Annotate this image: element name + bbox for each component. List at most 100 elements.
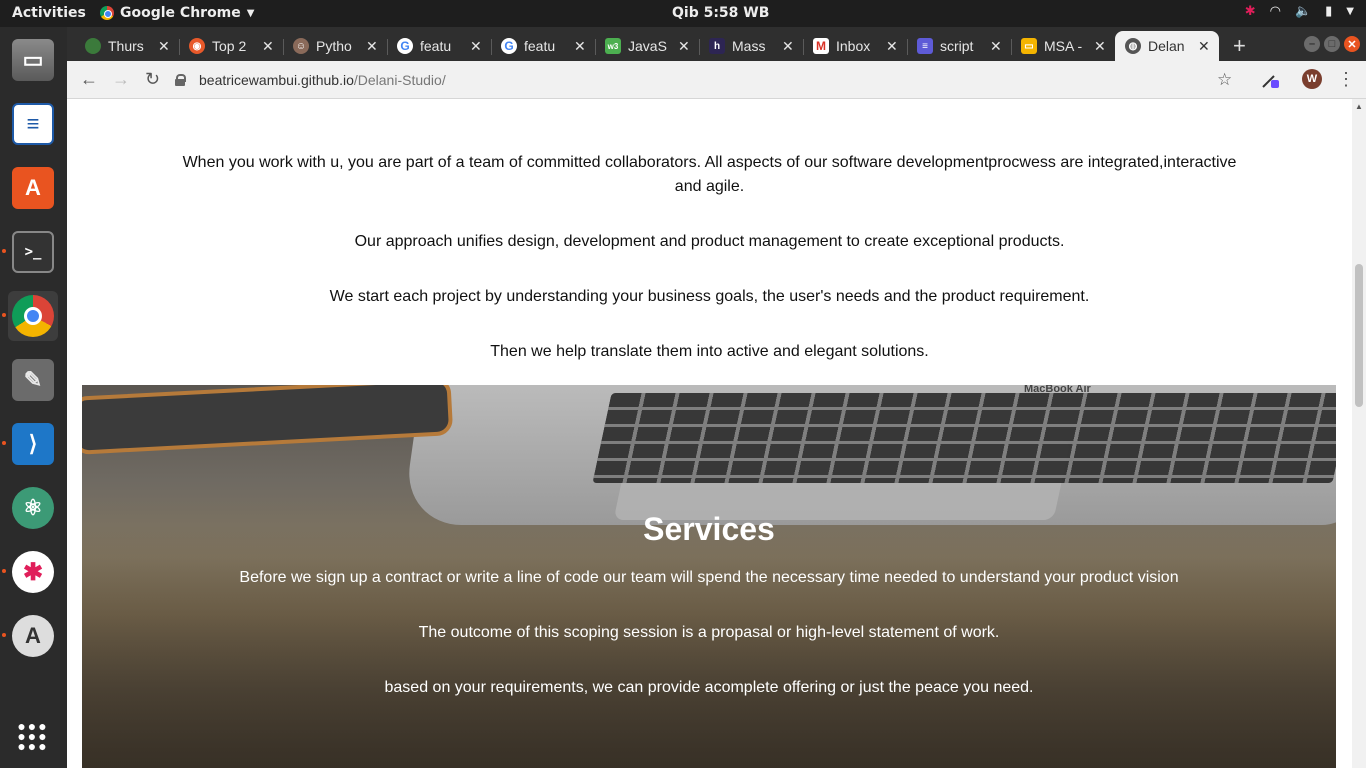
running-indicator [2, 633, 6, 637]
close-tab-icon[interactable]: ✕ [782, 38, 794, 55]
app-grid-icon: ●●● ●●● ●●● [17, 718, 49, 754]
minimize-button[interactable]: – [1304, 36, 1320, 52]
h-icon: h [709, 38, 725, 54]
globe-icon: ◍ [1125, 38, 1141, 54]
page-viewport: When you work with u, you are part of a … [67, 99, 1352, 768]
laptop-brand-text: MacBook Air [1024, 385, 1091, 395]
avatar[interactable]: W [1302, 69, 1322, 89]
tab[interactable]: M Inbox ✕ [803, 31, 907, 61]
close-tab-icon[interactable]: ✕ [470, 38, 482, 55]
tab-title: Inbox [836, 38, 871, 54]
running-indicator [2, 441, 6, 445]
scroll-up-arrow-icon[interactable]: ▲ [1355, 102, 1363, 111]
about-line: When you work with u, you are part of a … [182, 154, 1237, 171]
services-paragraph: The outcome of this scoping session is a… [418, 624, 1000, 641]
about-paragraph: We start each project by understanding y… [329, 288, 1090, 305]
tab[interactable]: ▭ MSA - ✕ [1011, 31, 1115, 61]
tab-active[interactable]: ◍ Delan ✕ [1115, 31, 1219, 61]
dock-slack[interactable]: ✱ [8, 547, 58, 597]
chevron-down-icon: ▼ [1346, 6, 1354, 17]
keyboard-shape [592, 393, 1336, 483]
running-indicator [2, 249, 6, 253]
close-tab-icon[interactable]: ✕ [366, 38, 378, 55]
lock-icon[interactable] [175, 74, 186, 86]
close-tab-icon[interactable]: ✕ [1198, 38, 1210, 55]
maximize-button[interactable]: □ [1324, 36, 1340, 52]
tab[interactable]: w3 JavaS ✕ [595, 31, 699, 61]
chevron-down-icon: ▼ [246, 7, 255, 19]
wrench-icon: ✎ [12, 359, 54, 401]
dock-software-center[interactable]: A [8, 163, 58, 213]
tab[interactable]: G featu ✕ [387, 31, 491, 61]
back-button[interactable]: ← [80, 69, 98, 90]
activities-button[interactable]: Activities [12, 5, 86, 21]
slack-icon: ✱ [12, 551, 54, 593]
slides-icon: ▭ [1021, 38, 1037, 54]
dock-terminal[interactable]: >_ [8, 227, 58, 277]
wifi-icon: ◠ [1269, 4, 1281, 19]
dock-chrome[interactable] [8, 291, 58, 341]
tab-title: MSA - [1044, 38, 1083, 54]
gmail-icon: M [813, 38, 829, 54]
favicon-icon: ◉ [189, 38, 205, 54]
bookmark-star-icon[interactable]: ☆ [1217, 70, 1232, 90]
system-top-bar: Activities Google Chrome ▼ Qib 5:58 WB ✱… [0, 0, 1366, 27]
dock-updater[interactable]: A [8, 611, 58, 661]
tab-title: Delan [1148, 38, 1185, 54]
app-menu[interactable]: Google Chrome ▼ [100, 5, 254, 21]
eyedropper-extension-icon[interactable] [1260, 70, 1280, 90]
services-paragraph: based on your requirements, we can provi… [384, 679, 1034, 696]
running-indicator [2, 569, 6, 573]
close-tab-icon[interactable]: ✕ [886, 38, 898, 55]
address-bar[interactable]: beatricewambui.github.io/Delani-Studio/ [175, 66, 1245, 94]
docs-icon: ≡ [917, 38, 933, 54]
tab[interactable]: ≡ script ✕ [907, 31, 1011, 61]
tab-strip: Thurs ✕ ◉ Top 2 ✕ ☺ Pytho ✕ G featu ✕ G … [67, 27, 1366, 61]
show-applications-button[interactable]: ●●● ●●● ●●● [8, 711, 58, 761]
tab-title: Pytho [316, 38, 352, 54]
google-icon: G [397, 38, 413, 54]
image-shade [82, 525, 1336, 768]
tab[interactable]: ☺ Pytho ✕ [283, 31, 387, 61]
close-tab-icon[interactable]: ✕ [990, 38, 1002, 55]
forward-button[interactable]: → [112, 69, 130, 90]
url-host: beatricewambui.github.io [199, 72, 354, 88]
dock-vscode[interactable]: ⟩ [8, 419, 58, 469]
tab[interactable]: h Mass ✕ [699, 31, 803, 61]
new-tab-button[interactable]: + [1233, 33, 1246, 59]
close-tab-icon[interactable]: ✕ [678, 38, 690, 55]
chrome-center-icon [24, 307, 42, 325]
vscode-icon: ⟩ [12, 423, 54, 465]
slack-tray-icon[interactable]: ✱ [1245, 4, 1256, 19]
tab-title: featu [524, 38, 556, 54]
dock-writer[interactable]: ≡ [8, 99, 58, 149]
more-menu-icon[interactable]: ⋮ [1337, 69, 1355, 90]
scrollbar-thumb[interactable] [1355, 264, 1363, 407]
close-window-button[interactable]: ✕ [1344, 36, 1360, 52]
clock[interactable]: Qib 5:58 WB [672, 5, 769, 21]
close-tab-icon[interactable]: ✕ [574, 38, 586, 55]
reload-button[interactable]: ↻ [145, 69, 160, 90]
dock-files[interactable]: ▭ [8, 35, 58, 85]
google-icon: G [501, 38, 517, 54]
tab[interactable]: Thurs ✕ [75, 31, 179, 61]
atom-icon: ⚛ [12, 487, 54, 529]
tab[interactable]: G featu ✕ [491, 31, 595, 61]
services-paragraph: Before we sign up a contract or write a … [239, 569, 1179, 586]
dock-settings-tool[interactable]: ✎ [8, 355, 58, 405]
close-tab-icon[interactable]: ✕ [158, 38, 170, 55]
url-path: /Delani-Studio/ [353, 72, 446, 88]
favicon-icon: ☺ [293, 38, 309, 54]
tab-title: Thurs [108, 38, 144, 54]
close-tab-icon[interactable]: ✕ [262, 38, 274, 55]
services-heading: Services [643, 511, 775, 547]
document-icon: ≡ [12, 103, 54, 145]
dock-atom[interactable]: ⚛ [8, 483, 58, 533]
tab-title: featu [420, 38, 452, 54]
tab-title: Mass [732, 38, 766, 54]
system-tray[interactable]: ✱ ◠ 🔈 ▮ ▼ [1245, 4, 1354, 19]
page-scrollbar[interactable]: ▲ [1352, 99, 1366, 768]
tab[interactable]: ◉ Top 2 ✕ [179, 31, 283, 61]
phone-shape [82, 385, 454, 455]
close-tab-icon[interactable]: ✕ [1094, 38, 1106, 55]
